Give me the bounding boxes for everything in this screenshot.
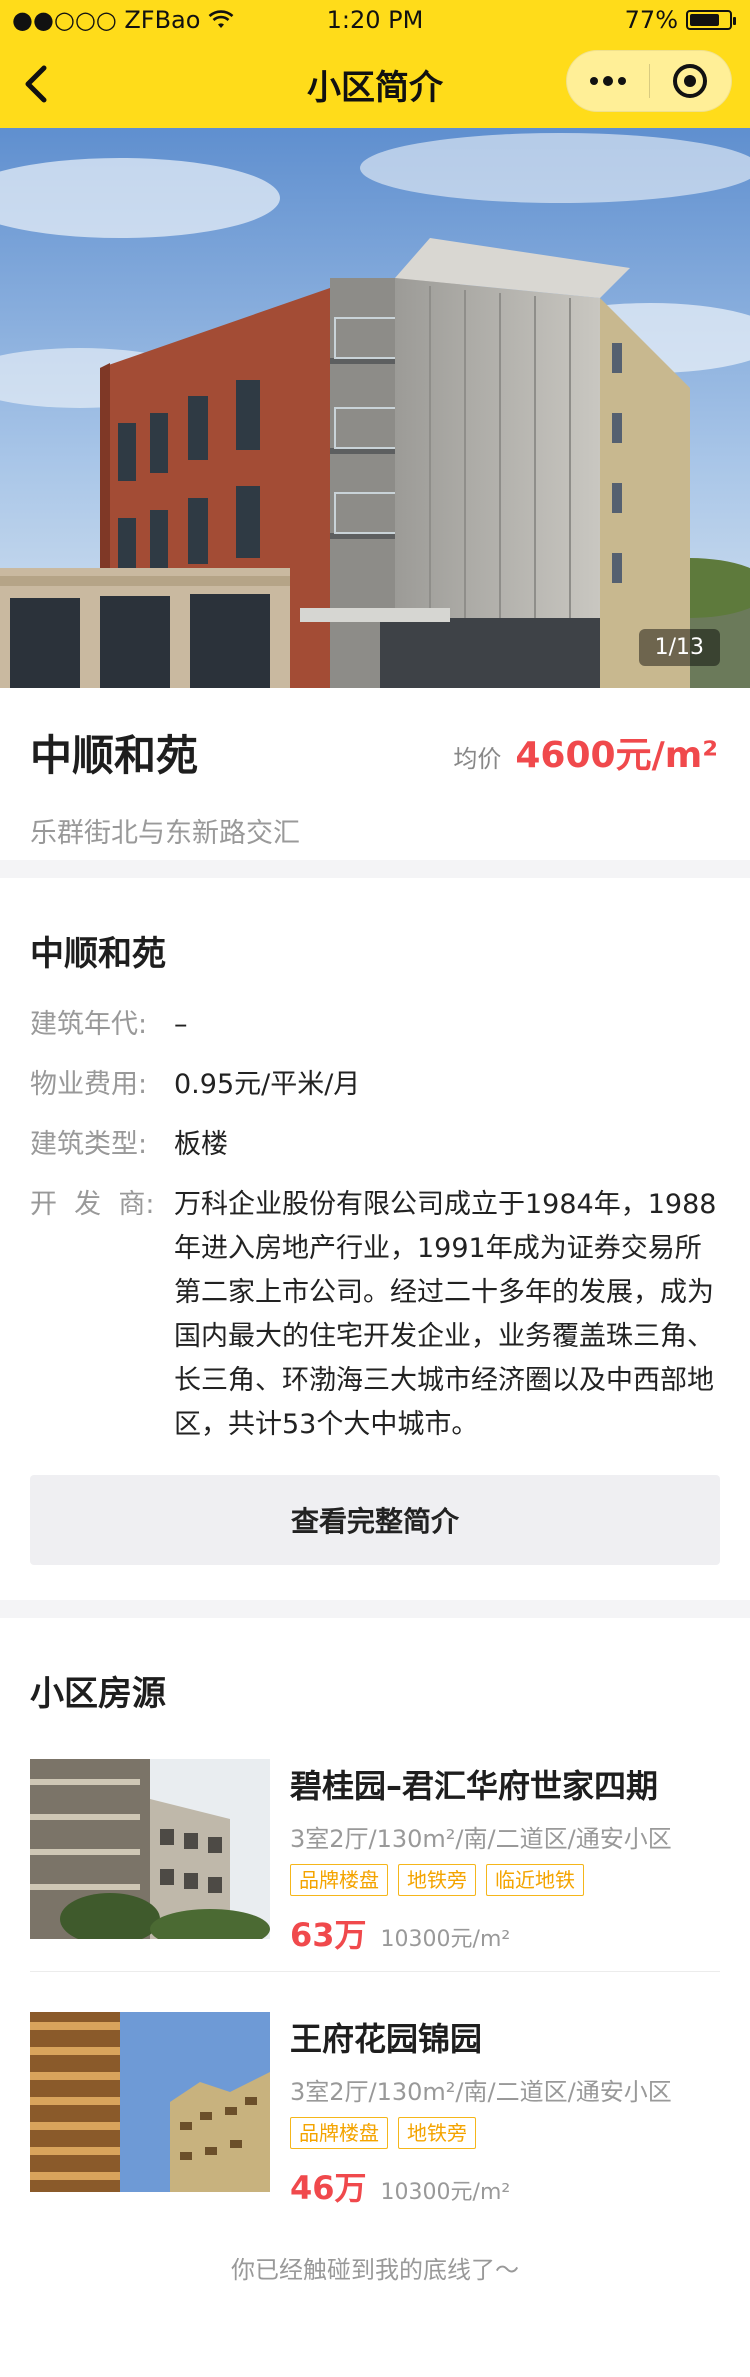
more-dots-icon-mid <box>602 76 613 86</box>
estate-intro-section: 中顺和苑 建筑年代: – 物业费用: 0.95元/平米/月 建筑类型: 板楼 开… <box>0 878 750 1565</box>
info-key: 开 发 商: <box>30 1189 155 1220</box>
listing-desc: 3室2厅/130m²/南/二道区/通安小区 <box>290 2078 672 2106</box>
section-divider <box>0 860 750 878</box>
listing-card[interactable]: 碧桂园–君汇华府世家四期 3室2厅/130m²/南/二道区/通安小区 品牌楼盘 … <box>30 1759 720 2021</box>
listing-thumbnail <box>30 1759 270 1939</box>
listing-price-row: 63万 10300元/m² <box>290 1910 720 1956</box>
listing-price: 46万 <box>290 2169 367 2207</box>
info-value: – <box>174 1009 188 1040</box>
listing-card[interactable]: 王府花园锦园 3室2厅/130m²/南/二道区/通安小区 品牌楼盘 地铁旁 46… <box>30 2012 720 2274</box>
estate-photo-carousel[interactable]: 1/13 <box>0 128 750 688</box>
listing-tag: 品牌楼盘 <box>290 2117 388 2149</box>
estate-listings-section: 小区房源 碧桂园–君汇华府世家四期 3室2厅/130m²/南/二道区/通安小区 … <box>0 1618 750 2274</box>
info-key: 物业费用: <box>30 1069 148 1100</box>
info-key: 建筑类型: <box>30 1129 148 1160</box>
end-of-list-note: 你已经触碰到我的底线了～ <box>231 2256 519 2284</box>
photo-counter: 1/13 <box>638 629 720 666</box>
listings-title: 小区房源 <box>30 1674 166 1714</box>
average-price-value: 4600元/m² <box>515 735 718 776</box>
listing-tags: 品牌楼盘 地铁旁 临近地铁 <box>290 1864 720 1896</box>
battery-percent: 77% <box>624 6 678 34</box>
listing-info: 王府花园锦园 3室2厅/130m²/南/二道区/通安小区 品牌楼盘 地铁旁 46… <box>290 2012 720 2274</box>
close-button[interactable] <box>650 50 732 112</box>
average-price-label: 均价 <box>453 745 502 773</box>
listing-tag: 地铁旁 <box>398 1864 476 1896</box>
listing-title: 王府花园锦园 <box>290 2020 483 2058</box>
listing-info: 碧桂园–君汇华府世家四期 3室2厅/130m²/南/二道区/通安小区 品牌楼盘 … <box>290 1759 720 2021</box>
info-value: 板楼 <box>174 1129 228 1160</box>
info-key: 建筑年代: <box>30 1009 148 1040</box>
info-value: 万科企业股份有限公司成立于1984年，1988年进入房地产行业，1991年成为证… <box>174 1189 717 1440</box>
view-full-intro-button[interactable]: 查看完整简介 <box>30 1475 720 1565</box>
info-row-building-type: 建筑类型: 板楼 <box>30 1123 720 1167</box>
listing-unit-price: 10300元/m² <box>380 1927 511 1952</box>
more-dots-icon-end <box>617 77 626 85</box>
listing-price: 63万 <box>290 1916 367 1954</box>
info-row-property-fee: 物业费用: 0.95元/平米/月 <box>30 1063 720 1107</box>
listing-tag: 临近地铁 <box>486 1864 584 1896</box>
battery-group: 77% <box>624 6 736 34</box>
building-photo <box>0 128 750 688</box>
info-value: 0.95元/平米/月 <box>174 1069 361 1100</box>
target-close-icon <box>673 64 708 98</box>
listing-desc: 3室2厅/130m²/南/二道区/通安小区 <box>290 1825 672 1853</box>
info-row-developer: 开 发 商: 万科企业股份有限公司成立于1984年，1988年进入房地产行业，1… <box>30 1183 720 1447</box>
info-row-build-year: 建筑年代: – <box>30 1003 720 1047</box>
status-bar: ●●○○○ ZFBao 1:20 PM 77% <box>0 0 750 40</box>
average-price: 均价 4600元/m² <box>453 726 718 778</box>
estate-summary: 中顺和苑 均价 4600元/m² 乐群街北与东新路交汇 <box>0 688 750 860</box>
listing-tag: 品牌楼盘 <box>290 1864 388 1896</box>
listing-thumbnail <box>30 2012 270 2192</box>
listing-tags: 品牌楼盘 地铁旁 <box>290 2117 720 2149</box>
estate-address: 乐群街北与东新路交汇 <box>30 818 300 849</box>
battery-icon <box>686 10 736 30</box>
nav-bar: 小区简介 <box>0 40 750 128</box>
listing-price-row: 46万 10300元/m² <box>290 2163 720 2209</box>
section-divider <box>0 1600 750 1618</box>
app-header: ●●○○○ ZFBao 1:20 PM 77% 小区简介 <box>0 0 750 128</box>
intro-title: 中顺和苑 <box>30 934 166 974</box>
listing-title: 碧桂园–君汇华府世家四期 <box>290 1767 659 1805</box>
more-dots-icon <box>589 77 598 85</box>
info-list: 建筑年代: – 物业费用: 0.95元/平米/月 建筑类型: 板楼 开 发 商:… <box>30 1003 720 1447</box>
listing-tag: 地铁旁 <box>398 2117 476 2149</box>
listing-unit-price: 10300元/m² <box>380 2180 511 2205</box>
mini-program-capsule <box>566 50 732 112</box>
more-button[interactable] <box>567 50 649 112</box>
